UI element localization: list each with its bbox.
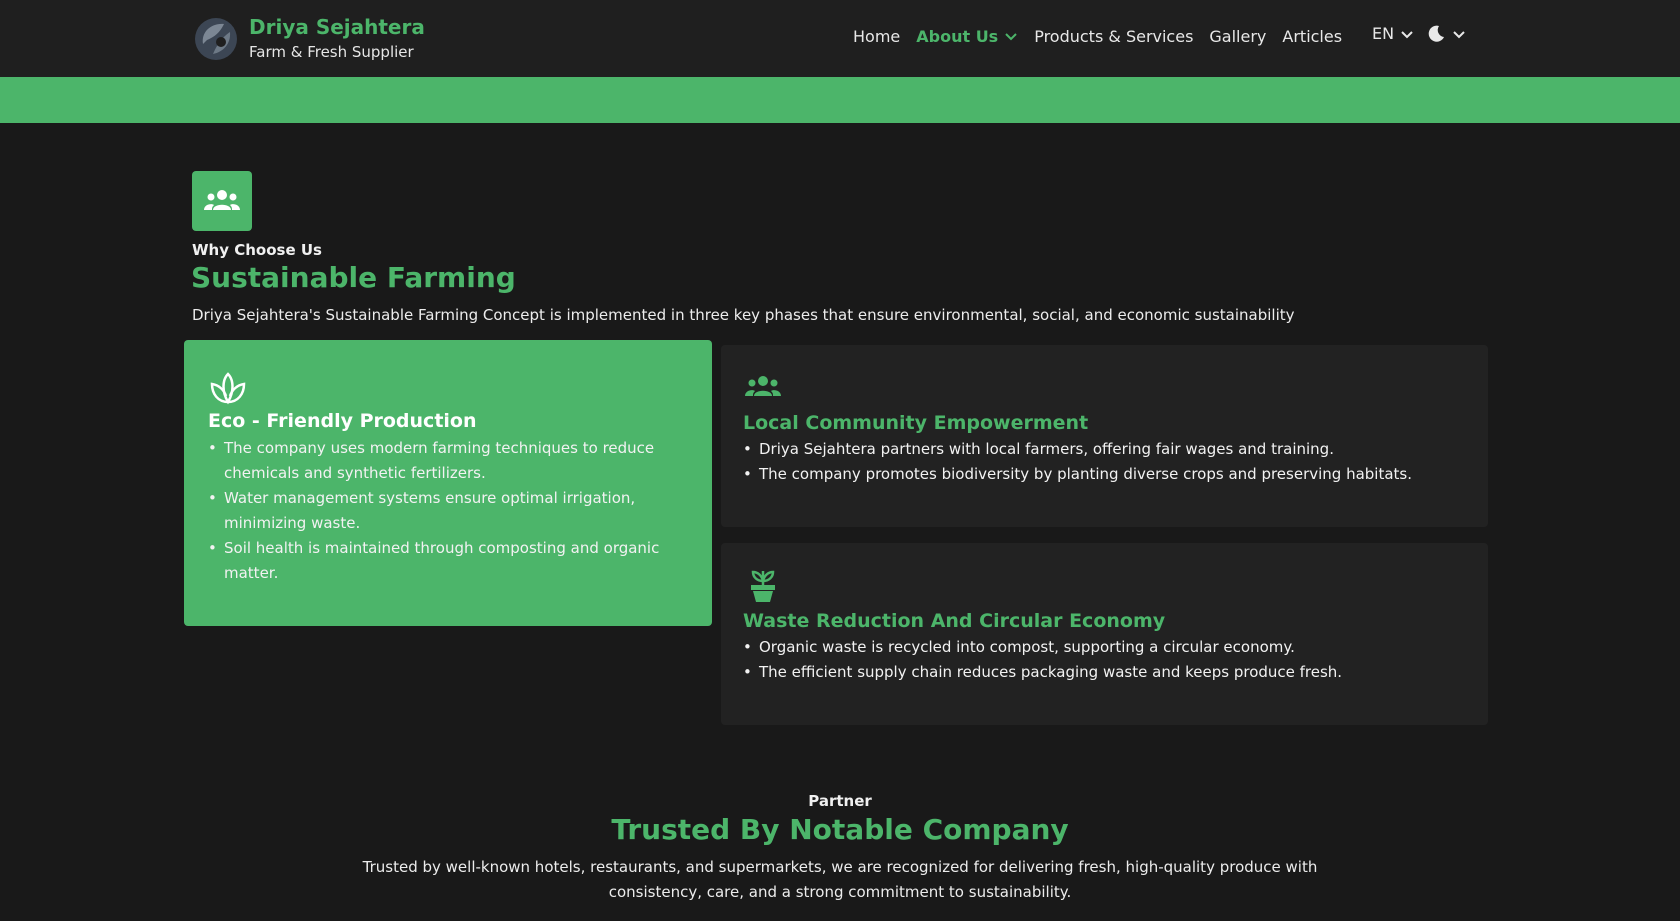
partner-eyebrow: Partner <box>808 792 872 810</box>
chevron-down-icon <box>1453 31 1465 39</box>
card-eco-friendly-production: Eco - Friendly Production The company us… <box>184 340 712 626</box>
nav-item-products-services[interactable]: Products & Services <box>1034 27 1193 46</box>
navbar: Driya Sejahtera Farm & Fresh Supplier Ho… <box>0 0 1680 77</box>
section-description: Driya Sejahtera's Sustainable Farming Co… <box>192 306 1295 324</box>
nav-item-articles[interactable]: Articles <box>1282 27 1342 46</box>
partner-description: Trusted by well-known hotels, restaurant… <box>362 858 1318 901</box>
theme-toggle[interactable] <box>1426 24 1466 44</box>
section-title: Sustainable Farming <box>191 261 516 294</box>
section-eyebrow: Why Choose Us <box>192 241 322 259</box>
lotus-leaf-icon <box>210 372 246 405</box>
users-group-icon <box>745 376 781 396</box>
brand-link[interactable]: Driya Sejahtera Farm & Fresh Supplier <box>191 14 425 64</box>
list-item: Soil health is maintained through compos… <box>208 536 688 586</box>
list-item: The efficient supply chain reduces packa… <box>743 660 1473 685</box>
main-nav: Home About Us Products & Services Galler… <box>853 24 1358 48</box>
potted-plant-icon <box>751 570 775 602</box>
list-item: Organic waste is recycled into compost, … <box>743 635 1473 660</box>
section-badge <box>192 171 252 231</box>
language-selector[interactable]: EN <box>1372 24 1414 43</box>
card-list: Driya Sejahtera partners with local farm… <box>743 437 1473 487</box>
card-title: Local Community Empowerment <box>743 412 1089 434</box>
partner-title: Trusted By Notable Company <box>611 813 1069 846</box>
users-group-icon <box>204 190 240 210</box>
list-item: Driya Sejahtera partners with local farm… <box>743 437 1473 462</box>
hero-banner-strip <box>0 77 1680 123</box>
card-list: The company uses modern farming techniqu… <box>208 436 688 586</box>
card-local-community-empowerment: Local Community Empowerment Driya Sejaht… <box>721 345 1488 527</box>
nav-item-home[interactable]: Home <box>853 27 900 46</box>
card-title: Eco - Friendly Production <box>208 410 477 432</box>
brand-name: Driya Sejahtera <box>249 15 425 39</box>
leaf-globe-logo-icon <box>195 18 237 60</box>
list-item: The company promotes biodiversity by pla… <box>743 462 1473 487</box>
card-waste-reduction: Waste Reduction And Circular Economy Org… <box>721 543 1488 725</box>
nav-item-gallery[interactable]: Gallery <box>1209 27 1266 46</box>
brand-tagline: Farm & Fresh Supplier <box>249 43 414 61</box>
card-title: Waste Reduction And Circular Economy <box>743 610 1166 632</box>
card-list: Organic waste is recycled into compost, … <box>743 635 1473 685</box>
nav-item-about-us[interactable]: About Us <box>916 27 1018 46</box>
chevron-down-icon <box>1401 30 1413 38</box>
chevron-down-icon <box>1005 33 1017 41</box>
nav-item-about-us-label: About Us <box>916 26 999 46</box>
language-label: EN <box>1372 24 1395 43</box>
list-item: Water management systems ensure optimal … <box>208 486 688 536</box>
moon-icon <box>1428 25 1444 42</box>
list-item: The company uses modern farming techniqu… <box>208 436 688 486</box>
